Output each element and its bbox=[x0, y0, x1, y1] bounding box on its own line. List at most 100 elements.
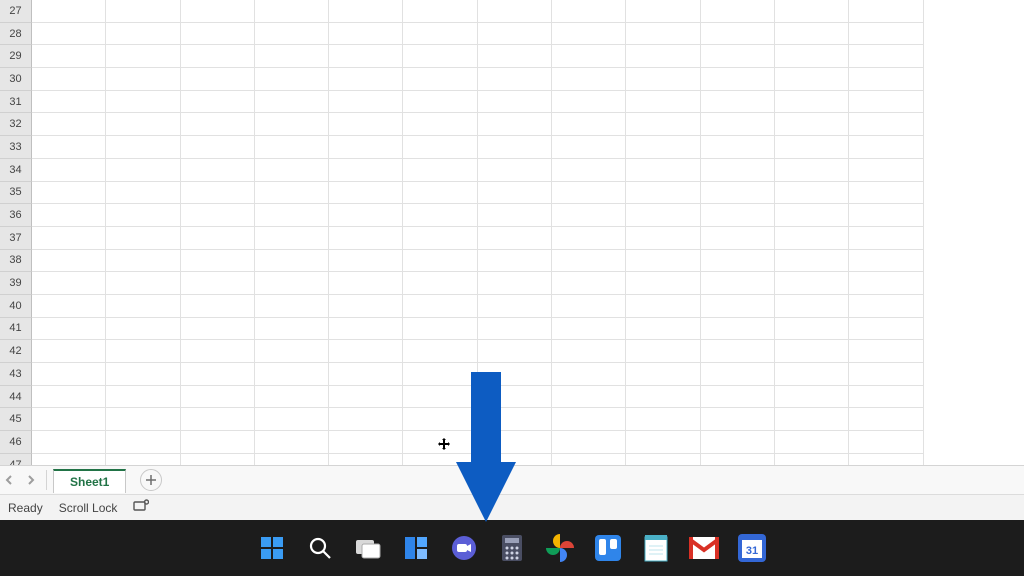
trello-icon[interactable] bbox=[593, 533, 623, 563]
cell[interactable] bbox=[255, 227, 329, 250]
cell[interactable] bbox=[701, 272, 775, 295]
cell[interactable] bbox=[255, 0, 329, 23]
cell[interactable] bbox=[403, 454, 477, 465]
cell[interactable] bbox=[478, 45, 552, 68]
cell[interactable] bbox=[701, 45, 775, 68]
cell[interactable] bbox=[32, 113, 106, 136]
cell[interactable] bbox=[106, 227, 180, 250]
cell[interactable] bbox=[181, 0, 255, 23]
cell[interactable] bbox=[701, 408, 775, 431]
cell[interactable] bbox=[106, 408, 180, 431]
cell[interactable] bbox=[626, 340, 700, 363]
cell[interactable] bbox=[255, 272, 329, 295]
cell[interactable] bbox=[849, 318, 923, 341]
cell[interactable] bbox=[626, 431, 700, 454]
row-header[interactable]: 35 bbox=[0, 182, 32, 205]
cell[interactable] bbox=[329, 431, 403, 454]
cell[interactable] bbox=[775, 91, 849, 114]
cell[interactable] bbox=[849, 363, 923, 386]
cell[interactable] bbox=[478, 250, 552, 273]
cell[interactable] bbox=[775, 204, 849, 227]
row-header[interactable]: 39 bbox=[0, 272, 32, 295]
row-header[interactable]: 43 bbox=[0, 363, 32, 386]
cell[interactable] bbox=[552, 318, 626, 341]
cell[interactable] bbox=[552, 340, 626, 363]
cell[interactable] bbox=[403, 272, 477, 295]
video-chat-app-icon[interactable] bbox=[449, 533, 479, 563]
cell[interactable] bbox=[106, 431, 180, 454]
cell[interactable] bbox=[701, 250, 775, 273]
cell[interactable] bbox=[329, 227, 403, 250]
scroll-tabs-left-button[interactable] bbox=[0, 470, 20, 490]
cell[interactable] bbox=[849, 136, 923, 159]
cell[interactable] bbox=[255, 45, 329, 68]
row-header[interactable]: 45 bbox=[0, 408, 32, 431]
cell[interactable] bbox=[626, 0, 700, 23]
cell[interactable] bbox=[775, 136, 849, 159]
cell[interactable] bbox=[329, 408, 403, 431]
cell[interactable] bbox=[32, 408, 106, 431]
cell[interactable] bbox=[106, 136, 180, 159]
cell[interactable] bbox=[403, 250, 477, 273]
cell[interactable] bbox=[626, 159, 700, 182]
cell[interactable] bbox=[255, 363, 329, 386]
cell[interactable] bbox=[32, 295, 106, 318]
scroll-tabs-right-button[interactable] bbox=[20, 470, 40, 490]
cell[interactable] bbox=[701, 113, 775, 136]
cell[interactable] bbox=[181, 23, 255, 46]
cell[interactable] bbox=[255, 113, 329, 136]
cell[interactable] bbox=[329, 454, 403, 465]
cell[interactable] bbox=[775, 340, 849, 363]
cell[interactable] bbox=[478, 0, 552, 23]
google-calendar-icon[interactable]: 31 bbox=[737, 533, 767, 563]
cell[interactable] bbox=[32, 23, 106, 46]
cell[interactable] bbox=[255, 23, 329, 46]
cell[interactable] bbox=[329, 159, 403, 182]
cell[interactable] bbox=[478, 204, 552, 227]
cell[interactable] bbox=[775, 68, 849, 91]
cell[interactable] bbox=[775, 318, 849, 341]
cell[interactable] bbox=[181, 159, 255, 182]
cell[interactable] bbox=[478, 113, 552, 136]
cell[interactable] bbox=[255, 204, 329, 227]
cell[interactable] bbox=[181, 136, 255, 159]
cell[interactable] bbox=[106, 45, 180, 68]
cell[interactable] bbox=[329, 0, 403, 23]
cell[interactable] bbox=[255, 182, 329, 205]
cell[interactable] bbox=[403, 340, 477, 363]
cell[interactable] bbox=[403, 136, 477, 159]
cell[interactable] bbox=[626, 227, 700, 250]
cell[interactable] bbox=[478, 91, 552, 114]
cell[interactable] bbox=[775, 159, 849, 182]
cell[interactable] bbox=[255, 340, 329, 363]
cell[interactable] bbox=[478, 272, 552, 295]
cell[interactable] bbox=[849, 295, 923, 318]
cell[interactable] bbox=[626, 272, 700, 295]
cell[interactable] bbox=[329, 91, 403, 114]
cell[interactable] bbox=[849, 272, 923, 295]
cell[interactable] bbox=[478, 182, 552, 205]
gmail-icon[interactable] bbox=[689, 533, 719, 563]
cell[interactable] bbox=[552, 431, 626, 454]
cell[interactable] bbox=[552, 363, 626, 386]
cell[interactable] bbox=[478, 340, 552, 363]
cell[interactable] bbox=[626, 113, 700, 136]
cell[interactable] bbox=[403, 91, 477, 114]
cell[interactable] bbox=[181, 113, 255, 136]
sheet-tab-active[interactable]: Sheet1 bbox=[53, 469, 126, 493]
cell[interactable] bbox=[403, 23, 477, 46]
cell[interactable] bbox=[849, 340, 923, 363]
cell[interactable] bbox=[849, 408, 923, 431]
cell[interactable] bbox=[32, 91, 106, 114]
row-header[interactable]: 34 bbox=[0, 159, 32, 182]
cell[interactable] bbox=[701, 23, 775, 46]
cell[interactable] bbox=[255, 295, 329, 318]
row-header[interactable]: 36 bbox=[0, 204, 32, 227]
cell[interactable] bbox=[849, 23, 923, 46]
cell[interactable] bbox=[403, 204, 477, 227]
cell[interactable] bbox=[106, 0, 180, 23]
cell[interactable] bbox=[849, 68, 923, 91]
cell[interactable] bbox=[478, 159, 552, 182]
cell[interactable] bbox=[403, 386, 477, 409]
cell[interactable] bbox=[552, 204, 626, 227]
